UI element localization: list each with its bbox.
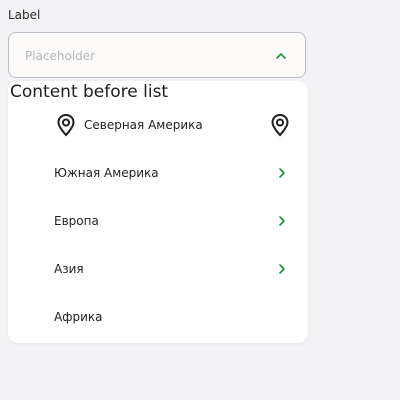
chevron-up-icon[interactable] bbox=[275, 51, 287, 61]
list-item-north-america[interactable]: Северная Америка bbox=[8, 105, 308, 145]
select-placeholder: Placeholder bbox=[25, 49, 96, 63]
list-item-label: Южная Америка bbox=[54, 166, 159, 180]
list-item-label: Европа bbox=[54, 214, 99, 228]
region-select[interactable]: Placeholder bbox=[8, 32, 306, 78]
select-demo: Label Placeholder Content before list Се… bbox=[0, 0, 400, 400]
dropdown-list: Content before list Северная Америка Южн… bbox=[8, 81, 308, 343]
list-item-asia[interactable]: Азия bbox=[8, 249, 308, 289]
field-label: Label bbox=[8, 8, 41, 22]
list-item-label: Азия bbox=[54, 262, 84, 276]
list-item-label: Африка bbox=[54, 310, 103, 324]
map-pin-icon bbox=[57, 113, 75, 137]
chevron-right-icon bbox=[279, 264, 285, 274]
map-pin-icon bbox=[271, 113, 289, 137]
chevron-right-icon bbox=[279, 216, 285, 226]
list-item-africa[interactable]: Африка bbox=[8, 297, 308, 337]
list-item-south-america[interactable]: Южная Америка bbox=[8, 153, 308, 193]
list-item-europe[interactable]: Европа bbox=[8, 201, 308, 241]
list-item-label: Северная Америка bbox=[84, 118, 203, 132]
chevron-right-icon bbox=[279, 168, 285, 178]
content-before-list: Content before list bbox=[10, 82, 169, 102]
